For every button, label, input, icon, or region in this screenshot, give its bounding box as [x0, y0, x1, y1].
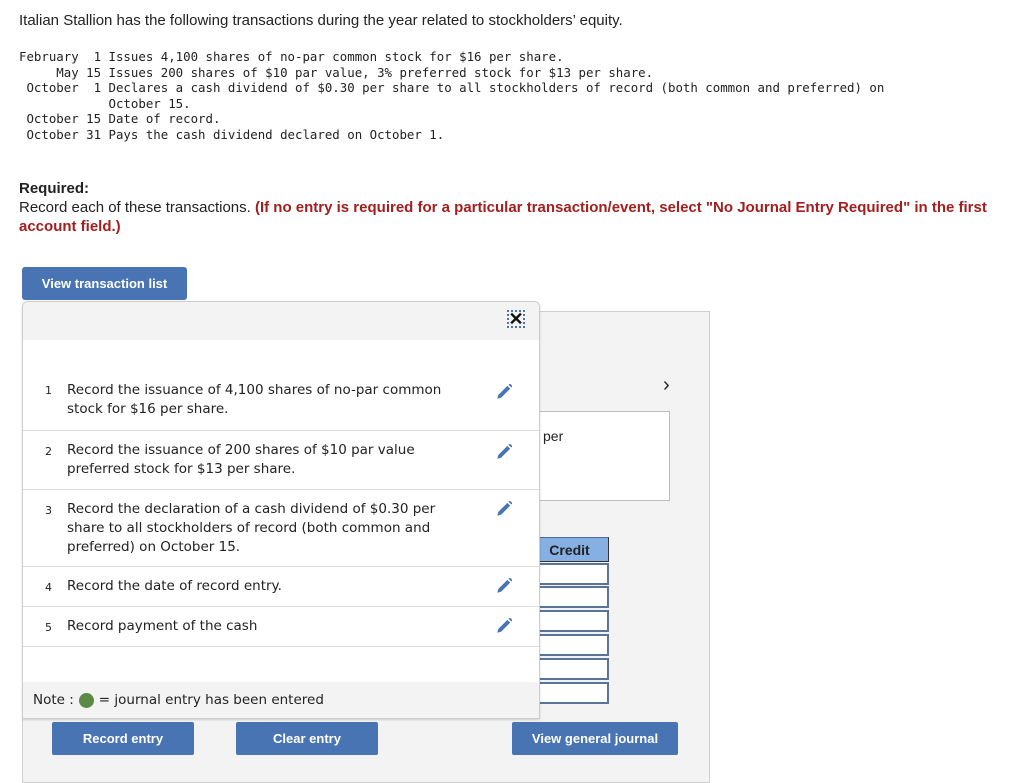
clear-entry-button[interactable]: Clear entry [236, 722, 378, 755]
description-fragment: per [543, 428, 564, 444]
item-text: Record the issuance of 200 shares of $10… [67, 442, 415, 477]
transaction-line: October 15. [19, 95, 191, 111]
item-number: 3 [45, 504, 52, 517]
entered-status-dot-icon [78, 692, 94, 708]
item-number: 4 [45, 581, 52, 594]
transactions-list: February 1 Issues 4,100 shares of no-par… [19, 49, 884, 142]
transaction-list-item[interactable]: 3 Record the declaration of a cash divid… [23, 490, 539, 567]
note-prefix: Note : [33, 692, 74, 708]
credit-input[interactable] [530, 658, 609, 680]
record-entry-button[interactable]: Record entry [52, 722, 194, 755]
item-text: Record the date of record entry. [67, 578, 282, 594]
next-chevron-icon[interactable]: › [663, 374, 670, 397]
item-text: Record the declaration of a cash dividen… [67, 501, 436, 555]
transaction-description-box: per [530, 411, 670, 501]
pencil-edit-icon[interactable] [495, 577, 513, 595]
item-number: 5 [45, 621, 52, 634]
pencil-edit-icon[interactable] [495, 383, 513, 401]
view-general-journal-button[interactable]: View general journal [512, 722, 678, 755]
transaction-line: May 15 Issues 200 shares of $10 par valu… [19, 64, 654, 80]
credit-column-header: Credit [530, 537, 609, 562]
pencil-edit-icon[interactable] [495, 500, 513, 518]
legend-note: Note : = journal entry has been entered [23, 682, 539, 718]
item-text: Record payment of the cash [67, 618, 258, 634]
required-text: Record each of these transactions. (If n… [19, 198, 999, 236]
transaction-line: October 15 Date of record. [19, 111, 221, 126]
required-instruction-plain: Record each of these transactions. [19, 199, 255, 216]
view-transaction-list-button[interactable]: View transaction list [22, 267, 187, 307]
credit-input[interactable] [530, 586, 609, 608]
transaction-line: October 1 Declares a cash dividend of $0… [19, 80, 885, 95]
close-icon[interactable]: ✕ [507, 310, 525, 328]
transaction-list-item[interactable]: 2 Record the issuance of 200 shares of $… [23, 431, 539, 490]
transaction-line: February 1 Issues 4,100 shares of no-par… [19, 49, 564, 64]
intro-text: Italian Stallion has the following trans… [19, 12, 623, 29]
transaction-list-item[interactable]: 4 Record the date of record entry. [23, 567, 539, 607]
view-transaction-list-label: View transaction list [41, 276, 168, 291]
item-text: Record the issuance of 4,100 shares of n… [67, 382, 442, 417]
pencil-edit-icon[interactable] [495, 443, 513, 461]
required-title: Required: [19, 180, 90, 197]
credit-input[interactable] [530, 634, 609, 656]
item-number: 1 [45, 384, 52, 397]
popup-header: ✕ [23, 302, 539, 340]
credit-input[interactable] [530, 682, 609, 704]
transaction-list-item[interactable]: 5 Record payment of the cash [23, 607, 539, 647]
note-suffix: = journal entry has been entered [98, 692, 324, 708]
transaction-list-popup: ✕ 1 Record the issuance of 4,100 shares … [22, 301, 540, 719]
transaction-list-item[interactable]: 1 Record the issuance of 4,100 shares of… [23, 378, 539, 431]
credit-input[interactable] [530, 563, 609, 585]
transaction-line: October 31 Pays the cash dividend declar… [19, 126, 445, 142]
pencil-edit-icon[interactable] [495, 617, 513, 635]
item-number: 2 [45, 445, 52, 458]
credit-input[interactable] [530, 610, 609, 632]
